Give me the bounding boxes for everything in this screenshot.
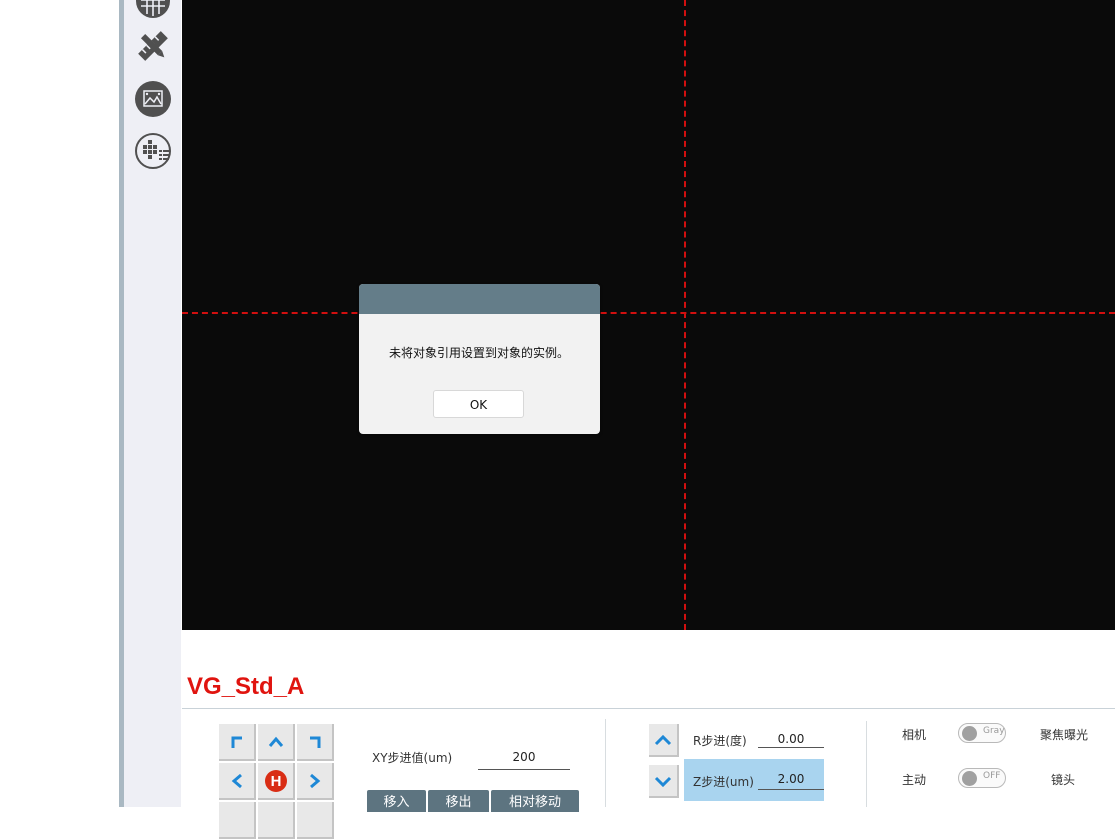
- home-h-icon: H: [264, 769, 287, 792]
- toggle-knob: [962, 726, 977, 741]
- xy-step-label: XY步进值(um): [372, 751, 453, 765]
- side-toolbar: [124, 0, 181, 807]
- move-in-button[interactable]: 移入: [367, 790, 426, 812]
- camera-mode-toggle[interactable]: Gray: [958, 723, 1006, 743]
- r-step-up-button[interactable]: [649, 724, 679, 757]
- jog-up-left-button[interactable]: [219, 724, 256, 761]
- active-toggle-label: OFF: [983, 771, 1001, 781]
- crosshair-horizontal: [182, 312, 1115, 314]
- camera-view[interactable]: [182, 0, 1115, 630]
- chevron-down-icon: [654, 776, 672, 787]
- image-frame-icon[interactable]: [134, 80, 172, 118]
- camera-label: 相机: [902, 728, 927, 742]
- wafer-map-list-icon[interactable]: [134, 132, 172, 170]
- chevron-left-icon: [231, 773, 242, 788]
- active-toggle[interactable]: OFF: [958, 768, 1006, 788]
- corner-up-right-icon: [309, 736, 320, 748]
- home-button[interactable]: H: [258, 763, 295, 800]
- svg-text:H: H: [270, 773, 281, 790]
- ruler-pencil-icon[interactable]: [134, 27, 172, 65]
- lens-label[interactable]: 镜头: [1051, 771, 1075, 788]
- z-step-down-button[interactable]: [649, 765, 679, 798]
- z-step-label: Z步进(um): [693, 775, 754, 789]
- relative-move-button[interactable]: 相对移动: [491, 790, 579, 812]
- move-out-button[interactable]: 移出: [428, 790, 489, 812]
- panel-separator: [866, 721, 867, 807]
- ok-button[interactable]: OK: [433, 390, 524, 418]
- active-label: 主动: [902, 773, 927, 787]
- left-blank-area: [0, 0, 119, 807]
- dialog-title-bar[interactable]: [359, 284, 600, 314]
- focus-exposure-label[interactable]: 聚焦曝光: [1040, 726, 1088, 743]
- jog-down-button[interactable]: [258, 802, 295, 839]
- jog-down-left-button[interactable]: [219, 802, 256, 839]
- chevron-right-icon: [309, 773, 320, 788]
- chevron-up-icon: [268, 736, 283, 747]
- corner-up-left-icon: [231, 736, 242, 748]
- wafer-grid-icon[interactable]: [134, 0, 172, 20]
- r-step-input[interactable]: 0.00: [758, 730, 824, 748]
- jog-down-right-button[interactable]: [297, 802, 334, 839]
- crosshair-vertical: [684, 0, 686, 630]
- z-step-input[interactable]: 2.00: [758, 770, 824, 790]
- jog-up-right-button[interactable]: [297, 724, 334, 761]
- chevron-up-icon: [654, 734, 672, 745]
- motion-control-panel: H XY步进值(um) 200 移入 移出 相对移动 R步进(度) 0.00 Z…: [182, 709, 1115, 839]
- recipe-name: VG_Std_A: [187, 673, 305, 700]
- recipe-bar: VG_Std_A: [182, 630, 1115, 709]
- xy-step-input[interactable]: 200: [478, 747, 570, 770]
- toggle-knob: [962, 771, 977, 786]
- jog-right-button[interactable]: [297, 763, 334, 800]
- panel-separator: [605, 719, 606, 807]
- camera-toggle-label: Gray: [983, 726, 1005, 736]
- jog-left-button[interactable]: [219, 763, 256, 800]
- dialog-message: 未将对象引用设置到对象的实例。: [389, 346, 570, 360]
- error-dialog: 未将对象引用设置到对象的实例。 OK: [359, 284, 600, 434]
- r-step-label: R步进(度): [693, 734, 747, 748]
- jog-up-button[interactable]: [258, 724, 295, 761]
